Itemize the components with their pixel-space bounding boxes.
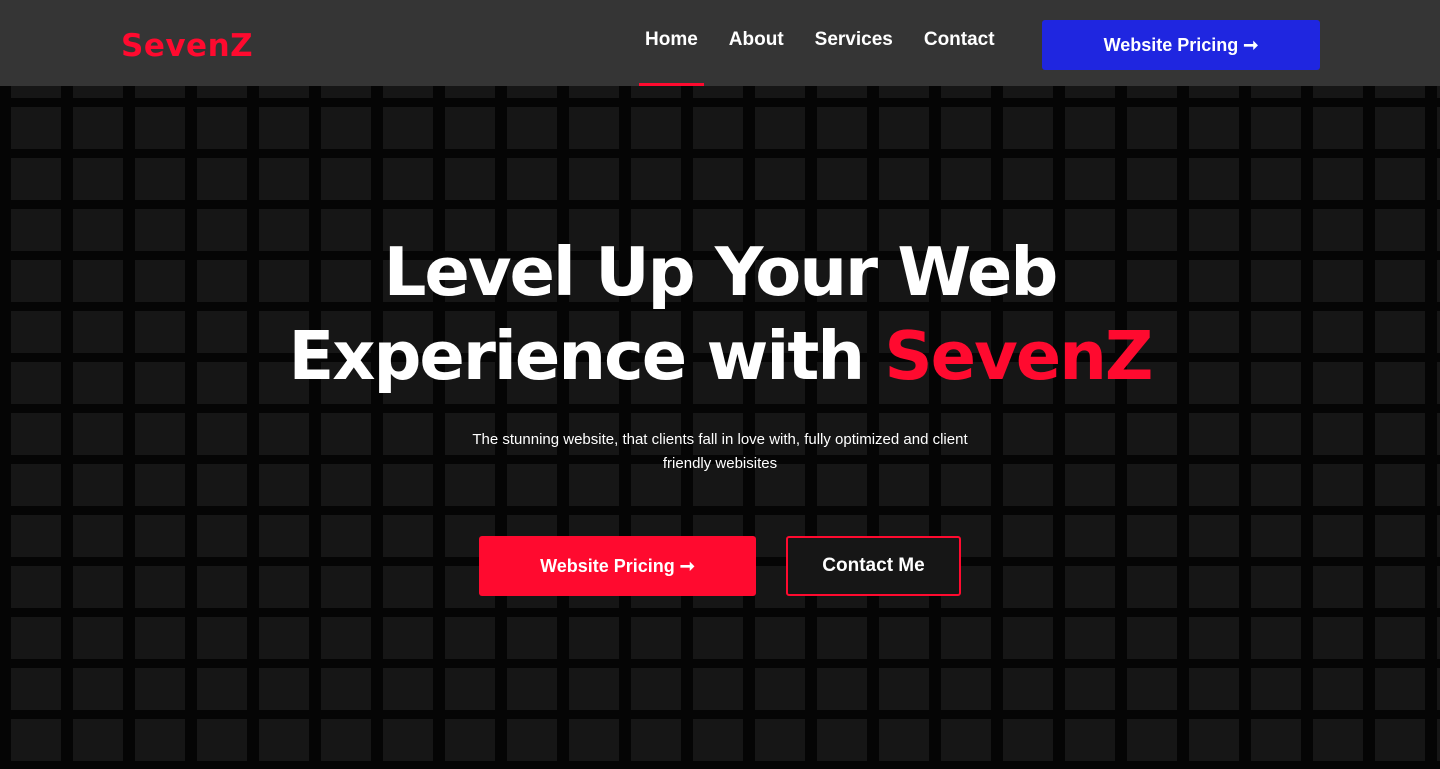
hero-headline-line1: Level Up Your Web	[383, 233, 1059, 311]
nav-item-about[interactable]: About	[723, 0, 790, 86]
hero-headline: Level Up Your Web Experience with SevenZ	[0, 230, 1440, 398]
site-header: SevenZ Home About Services Contact Websi…	[0, 0, 1440, 86]
hero-website-pricing-button[interactable]: Website Pricing ➞	[479, 536, 756, 596]
brand-logo[interactable]: SevenZ	[121, 26, 253, 66]
nav-item-home[interactable]: Home	[639, 0, 704, 86]
hero-contact-me-button[interactable]: Contact Me	[786, 536, 961, 596]
hero-headline-brand-accent: SevenZ	[884, 317, 1153, 395]
hero-subtitle: The stunning website, that clients fall …	[472, 431, 968, 472]
nav-item-contact[interactable]: Contact	[918, 0, 1001, 86]
main-nav: Home About Services Contact	[639, 0, 1020, 86]
hero-headline-line2-prefix: Experience with	[288, 317, 885, 395]
header-website-pricing-button[interactable]: Website Pricing ➞	[1042, 20, 1320, 70]
nav-item-services[interactable]: Services	[809, 0, 899, 86]
